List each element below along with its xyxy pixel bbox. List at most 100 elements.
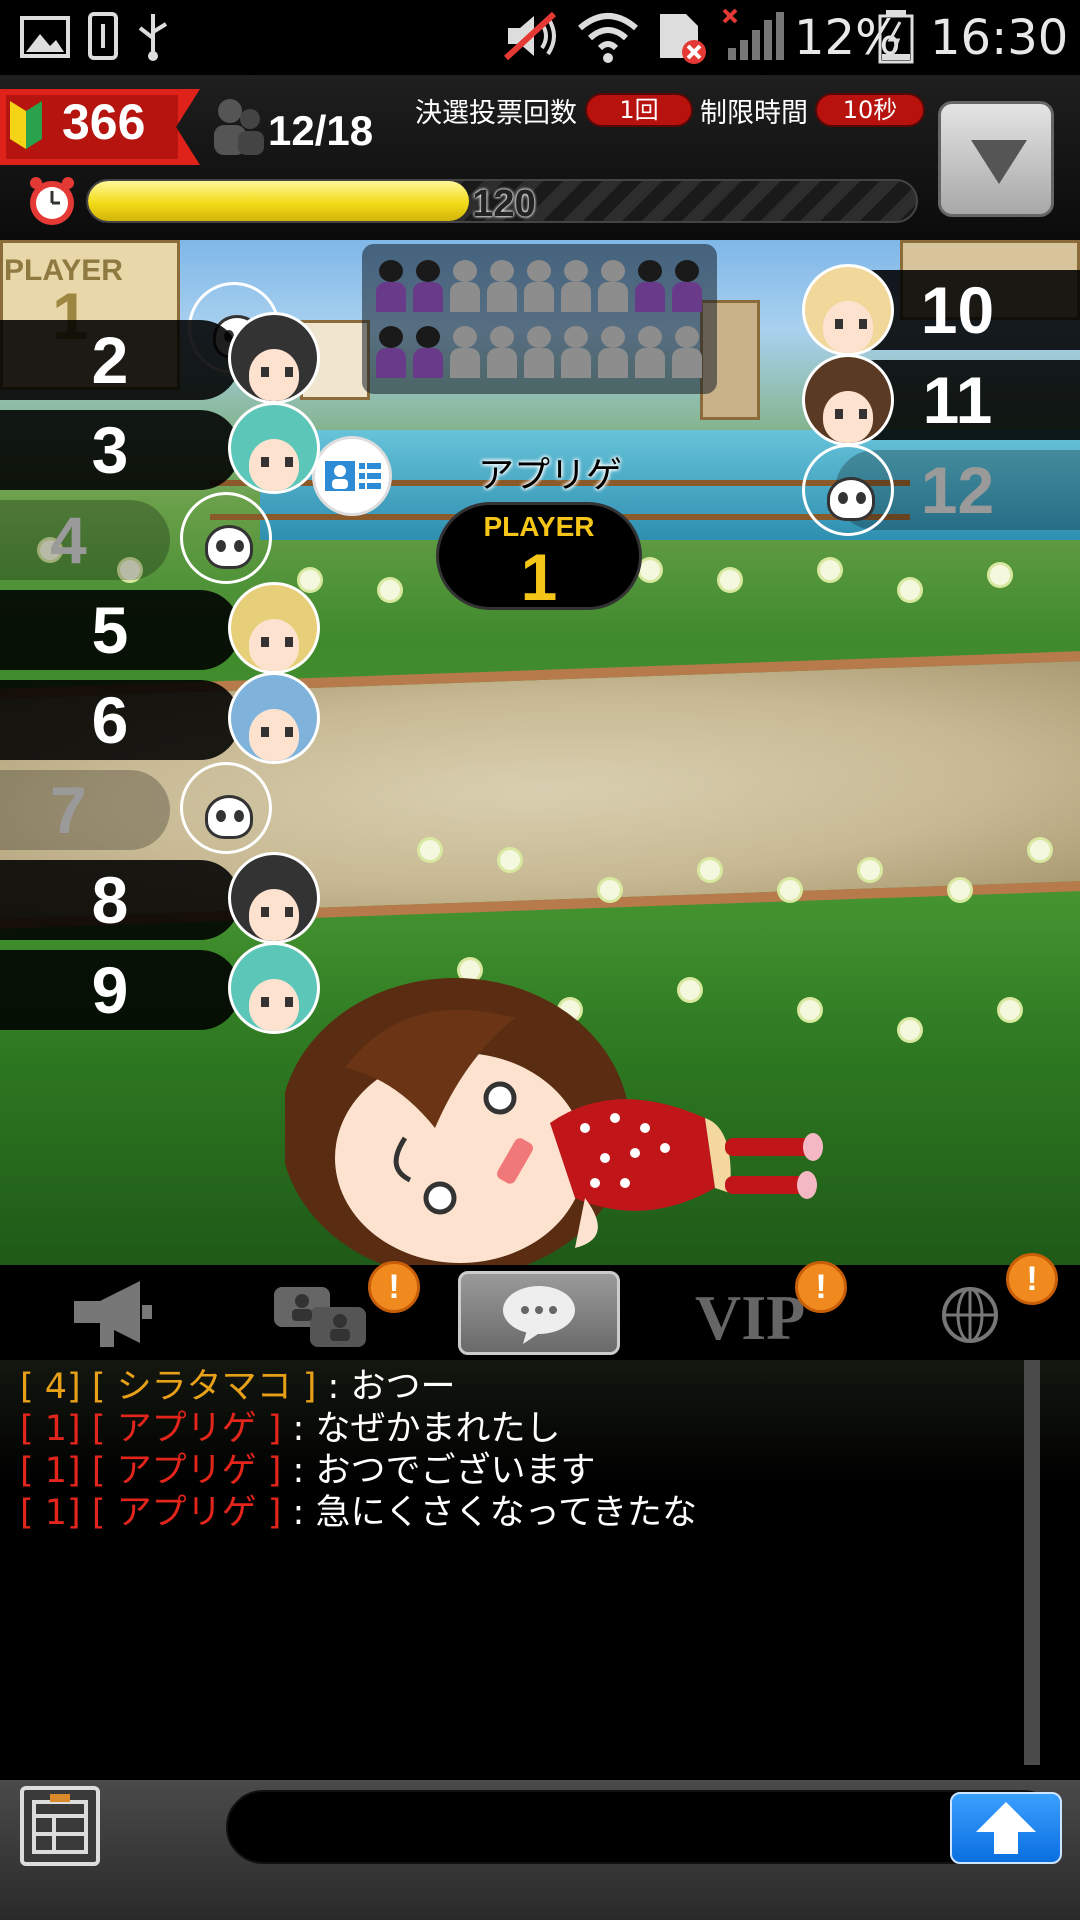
game-stage: PLAYER 1 アプリゲ PLAYER 1 2 3 4 5 6 7 8 9 1… bbox=[0, 240, 1080, 1265]
chat-scrollbar[interactable] bbox=[1024, 1360, 1040, 1765]
chat-sender-name: [ アプリゲ ] bbox=[91, 1409, 282, 1449]
tab-announcement[interactable] bbox=[30, 1271, 190, 1355]
signal-icon bbox=[722, 8, 784, 60]
vote-slot-filled bbox=[672, 260, 702, 312]
player-number: 8 bbox=[91, 863, 129, 937]
final-vote-value: 1回 bbox=[585, 93, 693, 127]
player-number: 2 bbox=[91, 323, 129, 397]
usb-storage-icon bbox=[88, 12, 118, 60]
player-avatar-2[interactable] bbox=[228, 312, 320, 404]
vip-icon: VIP bbox=[695, 1282, 806, 1353]
player-avatar-9[interactable] bbox=[228, 942, 320, 1034]
chat-sender-number: [ 4] bbox=[20, 1367, 81, 1407]
flower bbox=[780, 880, 800, 900]
sim-error-icon bbox=[660, 14, 706, 64]
chat-sender-name: [ アプリゲ ] bbox=[91, 1451, 282, 1491]
timer-bar: 120 bbox=[86, 179, 918, 223]
flower bbox=[860, 860, 880, 880]
flower bbox=[900, 580, 920, 600]
alarm-clock-icon bbox=[30, 177, 74, 225]
player-slot-8[interactable]: 8 bbox=[0, 860, 240, 940]
profile-card-icon[interactable] bbox=[312, 436, 392, 516]
player-avatar-7[interactable] bbox=[180, 762, 272, 854]
flower bbox=[1030, 840, 1050, 860]
vote-slot-empty bbox=[524, 326, 554, 378]
mute-icon bbox=[503, 11, 557, 61]
globe-icon bbox=[942, 1287, 998, 1343]
vote-slot-filled bbox=[376, 326, 406, 378]
chat-message-text: おつでございます bbox=[315, 1451, 596, 1491]
tab-vip[interactable]: VIP ! bbox=[695, 1261, 855, 1355]
tab-group-chat[interactable]: ! bbox=[260, 1261, 420, 1355]
player-number: 11 bbox=[922, 363, 993, 437]
player-avatar-8[interactable] bbox=[228, 852, 320, 944]
id-card-icon bbox=[325, 461, 381, 491]
gallery-icon bbox=[20, 16, 70, 58]
chat-sender-name: [ シラタマコ ] bbox=[91, 1367, 317, 1407]
group-chat-notification-badge: ! bbox=[368, 1261, 420, 1313]
player-character-fallen bbox=[285, 978, 823, 1265]
speaking-player-number: 1 bbox=[520, 540, 558, 614]
chat-separator: : bbox=[292, 1409, 305, 1449]
chat-message-text: おつー bbox=[350, 1367, 456, 1407]
player-number: 5 bbox=[91, 593, 129, 667]
player-slot-4[interactable]: 4 bbox=[0, 500, 170, 580]
vote-slot-empty bbox=[635, 326, 665, 378]
chat-line: [ 1] [ アプリゲ ] : なぜかまれたし bbox=[20, 1408, 561, 1450]
chat-log[interactable]: [ 4] [ シラタマコ ] : おつー[ 1] [ アプリゲ ] : なぜかま… bbox=[0, 1360, 1080, 1780]
vote-slot-filled bbox=[413, 260, 443, 312]
player-avatar-12[interactable] bbox=[802, 444, 894, 536]
player-slot-5[interactable]: 5 bbox=[0, 590, 240, 670]
chat-sender-name: [ アプリゲ ] bbox=[91, 1493, 282, 1533]
log-list-icon bbox=[32, 1794, 88, 1854]
player-avatar-10[interactable] bbox=[802, 264, 894, 356]
chat-line: [ 4] [ シラタマコ ] : おつー bbox=[20, 1366, 456, 1408]
battery-icon bbox=[878, 10, 914, 64]
player-slot-6[interactable]: 6 bbox=[0, 680, 240, 760]
flower bbox=[380, 580, 400, 600]
group-chat-icon bbox=[274, 1287, 366, 1347]
final-vote-label: 決選投票回数 bbox=[415, 98, 577, 129]
players-count: 12/18 bbox=[268, 107, 374, 154]
player-avatar-6[interactable] bbox=[228, 672, 320, 764]
player-avatar-3[interactable] bbox=[228, 402, 320, 494]
tab-global[interactable]: ! bbox=[930, 1253, 1070, 1355]
flower bbox=[500, 850, 520, 870]
tab-chat[interactable] bbox=[458, 1271, 620, 1355]
flower bbox=[1000, 1000, 1020, 1020]
player-number: 10 bbox=[920, 273, 995, 347]
player-slot-9[interactable]: 9 bbox=[0, 950, 240, 1030]
wifi-icon bbox=[578, 13, 638, 63]
chat-message-text: 急にくさくなってきたな bbox=[315, 1493, 697, 1533]
dropdown-menu-button[interactable] bbox=[938, 101, 1054, 217]
player-avatar-11[interactable] bbox=[802, 354, 894, 446]
global-notification-badge: ! bbox=[1006, 1253, 1058, 1305]
player-slot-2[interactable]: 2 bbox=[0, 320, 240, 400]
time-limit-value: 10秒 bbox=[815, 93, 925, 127]
clock-time: 16:30 bbox=[930, 10, 1069, 66]
send-button[interactable] bbox=[950, 1792, 1062, 1864]
chat-separator: : bbox=[292, 1493, 305, 1533]
chat-message-text: なぜかまれたし bbox=[315, 1409, 561, 1449]
player-number: 4 bbox=[50, 503, 87, 577]
player-avatar-4[interactable] bbox=[180, 492, 272, 584]
vote-slot-empty bbox=[672, 326, 702, 378]
log-list-button[interactable] bbox=[20, 1786, 100, 1866]
player-slot-3[interactable]: 3 bbox=[0, 410, 240, 490]
time-limit-label: 制限時間 bbox=[700, 98, 808, 129]
speaking-player-badge: PLAYER 1 bbox=[436, 502, 642, 614]
player-avatar-5[interactable] bbox=[228, 582, 320, 674]
player-number: 3 bbox=[91, 413, 129, 487]
player-slot-7[interactable]: 7 bbox=[0, 770, 170, 850]
chat-input-bar bbox=[0, 1780, 1080, 1920]
player-number: 6 bbox=[91, 683, 129, 757]
beginner-mark-icon bbox=[10, 101, 42, 149]
player-number: 12 bbox=[920, 453, 995, 527]
player-number: 9 bbox=[91, 953, 129, 1027]
status-bar: 12% 16:30 bbox=[0, 0, 1080, 75]
flower bbox=[820, 560, 840, 580]
chat-message-input[interactable] bbox=[226, 1790, 1060, 1864]
flower bbox=[300, 570, 320, 590]
chevron-down-icon bbox=[971, 140, 1027, 184]
speaking-player-name: アプリゲ bbox=[477, 455, 622, 496]
